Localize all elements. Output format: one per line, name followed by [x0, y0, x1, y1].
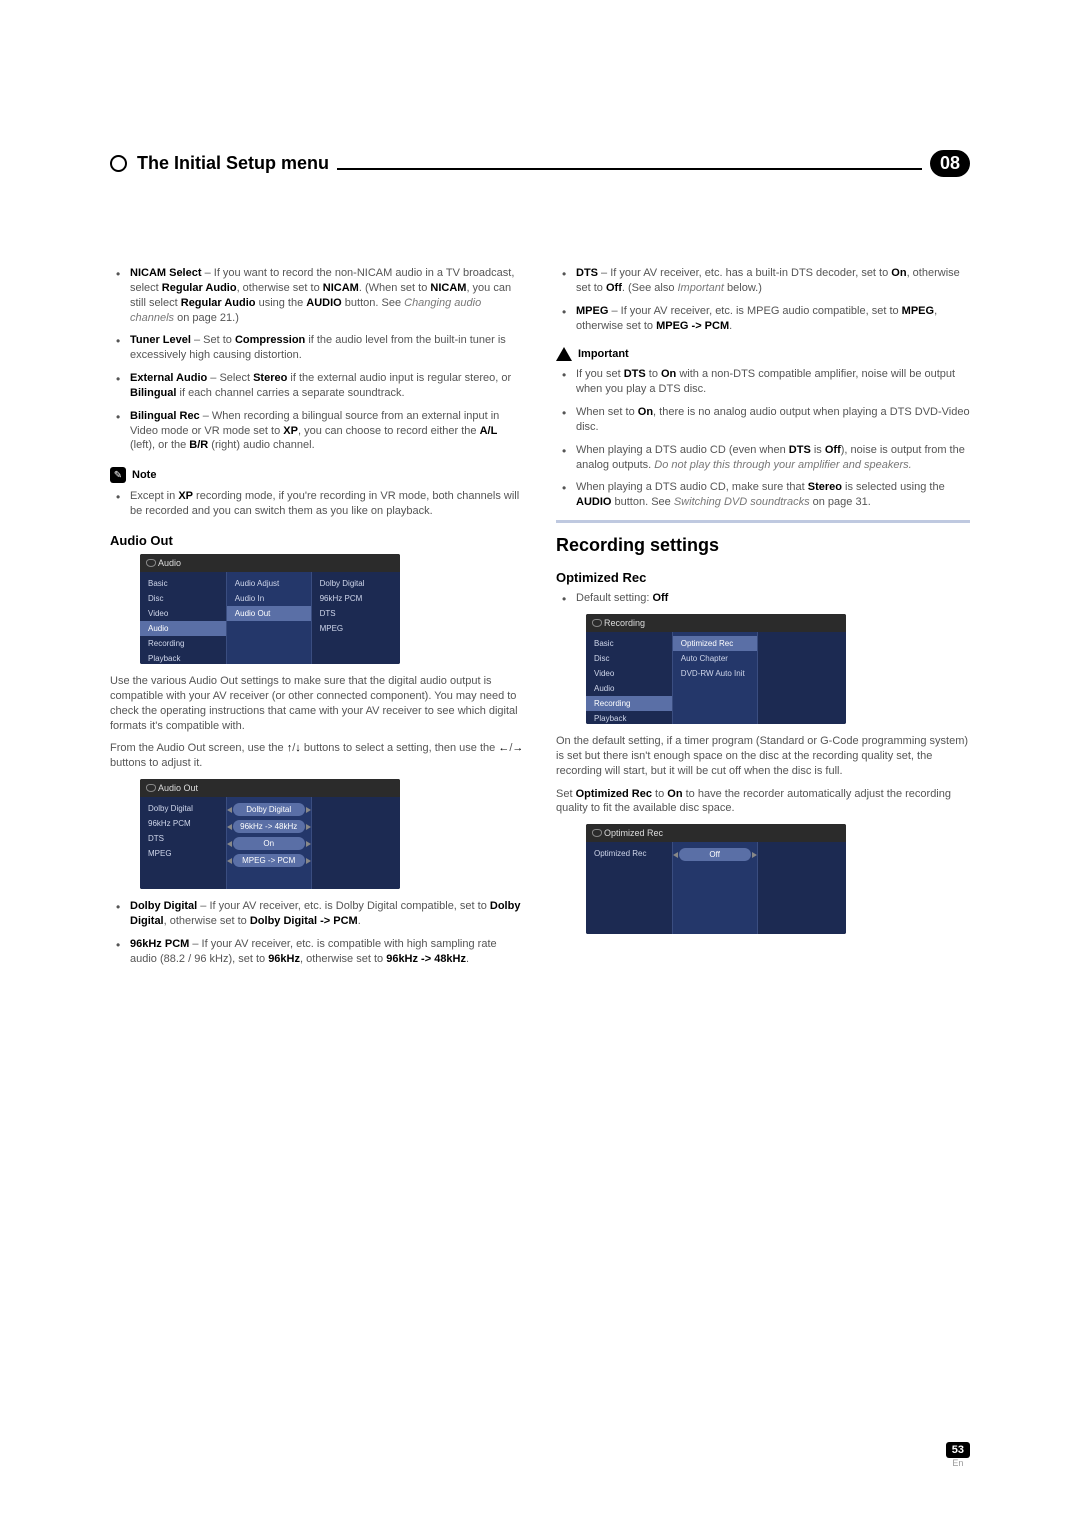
content-columns: NICAM Select – If you want to record the… — [110, 266, 970, 974]
screenshot-title: Recording — [586, 614, 846, 632]
page-title: The Initial Setup menu — [137, 153, 329, 174]
96khz-pcm-item: 96kHz PCM – If your AV receiver, etc. is… — [110, 937, 524, 967]
nicam-label: NICAM Select — [130, 267, 202, 279]
note-item: Except in XP recording mode, if you're r… — [110, 489, 524, 519]
audio-out-heading: Audio Out — [110, 533, 524, 548]
audio-out-paragraph-2: From the Audio Out screen, use the / but… — [110, 741, 524, 771]
right-column: DTS – If your AV receiver, etc. has a bu… — [556, 266, 970, 974]
arrow-left-icon — [498, 742, 509, 754]
external-audio-label: External Audio — [130, 372, 207, 384]
nav-col-left: Basic Disc Video Audio Recording Playbac… — [586, 632, 672, 724]
dolby-digital-item: Dolby Digital – If your AV receiver, etc… — [110, 899, 524, 929]
screenshot-title: Optimized Rec — [586, 824, 846, 842]
important-item-1: If you set DTS to On with a non-DTS comp… — [556, 367, 970, 397]
screenshot-title: Audio Out — [140, 779, 400, 797]
nav-col-mid: Audio Adjust Audio In Audio Out — [226, 572, 312, 664]
tuner-settings-list: NICAM Select – If you want to record the… — [110, 266, 524, 453]
header-rule — [337, 168, 922, 170]
nav-col-left: Basic Disc Video Audio Recording Playbac… — [140, 572, 226, 664]
note-callout: ✎ Note — [110, 467, 524, 483]
mpeg-item: MPEG – If your AV receiver, etc. is MPEG… — [556, 304, 970, 334]
pencil-icon: ✎ — [110, 467, 126, 483]
important-item-2: When set to On, there is no analog audio… — [556, 405, 970, 435]
nav-col-mid: Optimized Rec Auto Chapter DVD-RW Auto I… — [672, 632, 758, 724]
left-column: NICAM Select – If you want to record the… — [110, 266, 524, 974]
tuner-level-item: Tuner Level – Set to Compression if the … — [110, 333, 524, 363]
bilingual-rec-item: Bilingual Rec – When recording a bilingu… — [110, 409, 524, 454]
note-list: Except in XP recording mode, if you're r… — [110, 489, 524, 519]
tuner-label: Tuner Level — [130, 334, 191, 346]
optrec-paragraph-1: On the default setting, if a timer progr… — [556, 734, 970, 779]
optimized-rec-heading: Optimized Rec — [556, 570, 970, 585]
important-label: Important — [578, 348, 629, 360]
recording-menu-screenshot: Recording Basic Disc Video Audio Recordi… — [586, 614, 846, 724]
note-label: Note — [132, 469, 156, 481]
warning-icon — [556, 347, 572, 361]
screenshot-title: Audio — [140, 554, 400, 572]
chapter-badge: 08 — [930, 150, 970, 177]
optimized-rec-screenshot: Optimized Rec Optimized Rec Off — [586, 824, 846, 934]
arrow-right-icon — [512, 742, 523, 754]
audio-out-bullets-cont: DTS – If your AV receiver, etc. has a bu… — [556, 266, 970, 333]
settings-col-left: Dolby Digital 96kHz PCM DTS MPEG — [140, 797, 226, 889]
important-item-4: When playing a DTS audio CD, make sure t… — [556, 480, 970, 510]
optrec-paragraph-2: Set Optimized Rec to On to have the reco… — [556, 787, 970, 817]
header-bullet-icon — [110, 155, 127, 172]
audio-menu-screenshot: Audio Basic Disc Video Audio Recording P… — [140, 554, 400, 664]
settings-col-right: Off — [672, 842, 758, 934]
important-item-3: When playing a DTS audio CD (even when D… — [556, 443, 970, 473]
page-lang: En — [946, 1458, 970, 1468]
page-header: The Initial Setup menu 08 — [110, 150, 970, 176]
bilingual-label: Bilingual Rec — [130, 410, 200, 422]
important-list: If you set DTS to On with a non-DTS comp… — [556, 367, 970, 510]
page-footer: 53 En — [946, 1442, 970, 1468]
recording-settings-heading: Recording settings — [556, 535, 970, 556]
nav-col-right: Dolby Digital 96kHz PCM DTS MPEG — [312, 572, 398, 664]
settings-col-left: Optimized Rec — [586, 842, 672, 934]
dts-item: DTS – If your AV receiver, etc. has a bu… — [556, 266, 970, 296]
page-number: 53 — [946, 1442, 970, 1458]
external-audio-item: External Audio – Select Stereo if the ex… — [110, 371, 524, 401]
important-callout: Important — [556, 347, 970, 361]
optrec-default-list: Default setting: Off — [556, 591, 970, 606]
audio-out-paragraph-1: Use the various Audio Out settings to ma… — [110, 674, 524, 733]
section-divider — [556, 520, 970, 523]
audio-out-bullets: Dolby Digital – If your AV receiver, etc… — [110, 899, 524, 966]
arrow-up-icon — [287, 742, 293, 754]
settings-col-right: Dolby Digital 96kHz -> 48kHz On MPEG -> … — [226, 797, 312, 889]
audio-out-screenshot: Audio Out Dolby Digital 96kHz PCM DTS MP… — [140, 779, 400, 889]
optrec-default: Default setting: Off — [556, 591, 970, 606]
nicam-select-item: NICAM Select – If you want to record the… — [110, 266, 524, 325]
